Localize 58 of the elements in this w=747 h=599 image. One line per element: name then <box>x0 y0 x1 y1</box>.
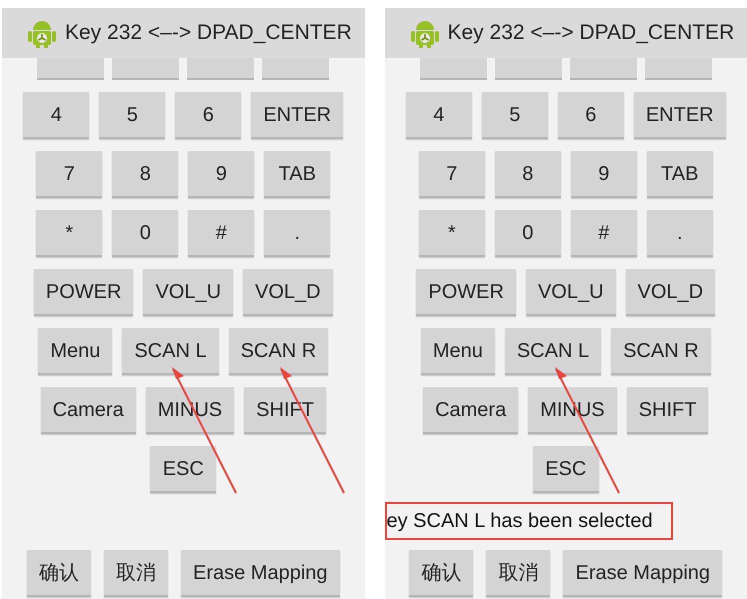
key-button[interactable]: POWER <box>34 269 134 316</box>
action-button[interactable]: 取消 <box>104 550 168 597</box>
key-button[interactable] <box>187 58 254 80</box>
key-button[interactable]: SCAN R <box>611 328 711 375</box>
action-button[interactable]: Erase Mapping <box>180 550 340 597</box>
key-button[interactable] <box>112 58 180 80</box>
action-button[interactable]: Erase Mapping <box>563 550 722 597</box>
key-button[interactable]: 5 <box>99 92 166 139</box>
key-button[interactable]: SHIFT <box>626 387 708 434</box>
status-message: ey SCAN L has been selected <box>384 502 673 540</box>
key-button[interactable]: * <box>36 210 102 257</box>
key-button[interactable]: 5 <box>482 92 548 139</box>
key-button[interactable]: Camera <box>40 387 136 434</box>
key-button[interactable]: 6 <box>175 92 242 139</box>
key-button[interactable]: VOL_D <box>243 269 333 316</box>
key-button[interactable]: 9 <box>570 151 637 198</box>
key-button[interactable] <box>420 58 487 80</box>
key-button[interactable]: Menu <box>420 328 495 375</box>
key-button[interactable]: SCAN R <box>228 328 328 375</box>
key-button[interactable]: VOL_U <box>526 269 616 316</box>
key-button[interactable]: 0 <box>494 210 561 257</box>
key-button[interactable]: SCAN L <box>122 328 219 375</box>
key-button[interactable]: 8 <box>112 151 178 198</box>
key-button[interactable]: 8 <box>494 151 561 198</box>
key-button[interactable] <box>644 58 712 80</box>
key-button[interactable]: . <box>646 210 713 257</box>
key-button[interactable]: 4 <box>23 92 90 139</box>
key-button[interactable] <box>262 58 330 80</box>
key-button[interactable]: ESC <box>532 446 599 493</box>
key-button[interactable]: 6 <box>558 92 624 139</box>
key-button[interactable]: # <box>570 210 637 257</box>
key-button[interactable] <box>494 58 562 80</box>
key-button[interactable]: VOL_U <box>143 269 234 316</box>
key-button[interactable]: SCAN L <box>504 328 602 375</box>
window-title: Key 232 <–-> DPAD_CENTER <box>448 20 734 46</box>
key-button[interactable]: POWER <box>416 269 516 316</box>
key-button[interactable]: TAB <box>264 151 330 198</box>
key-button[interactable]: 7 <box>36 151 102 198</box>
key-button[interactable]: TAB <box>646 151 713 198</box>
key-button[interactable]: VOL_D <box>626 269 716 316</box>
action-button[interactable]: 确认 <box>409 550 474 597</box>
key-button[interactable] <box>37 58 104 80</box>
action-button[interactable]: 取消 <box>486 550 550 597</box>
key-button[interactable]: Camera <box>423 387 518 434</box>
key-button[interactable]: 9 <box>188 151 254 198</box>
key-button[interactable]: ENTER <box>634 92 726 139</box>
key-button[interactable]: ENTER <box>251 92 344 139</box>
key-button[interactable]: 7 <box>418 151 485 198</box>
window-title: Key 232 <–-> DPAD_CENTER <box>65 20 352 46</box>
key-button[interactable]: 4 <box>406 92 472 139</box>
key-button[interactable]: # <box>188 210 254 257</box>
key-button[interactable]: . <box>264 210 330 257</box>
key-button[interactable]: ESC <box>150 446 216 493</box>
key-button[interactable]: Menu <box>38 328 112 375</box>
key-button[interactable]: * <box>418 210 485 257</box>
action-button[interactable]: 确认 <box>26 550 91 597</box>
key-button[interactable] <box>570 58 637 80</box>
key-button[interactable]: 0 <box>112 210 178 257</box>
